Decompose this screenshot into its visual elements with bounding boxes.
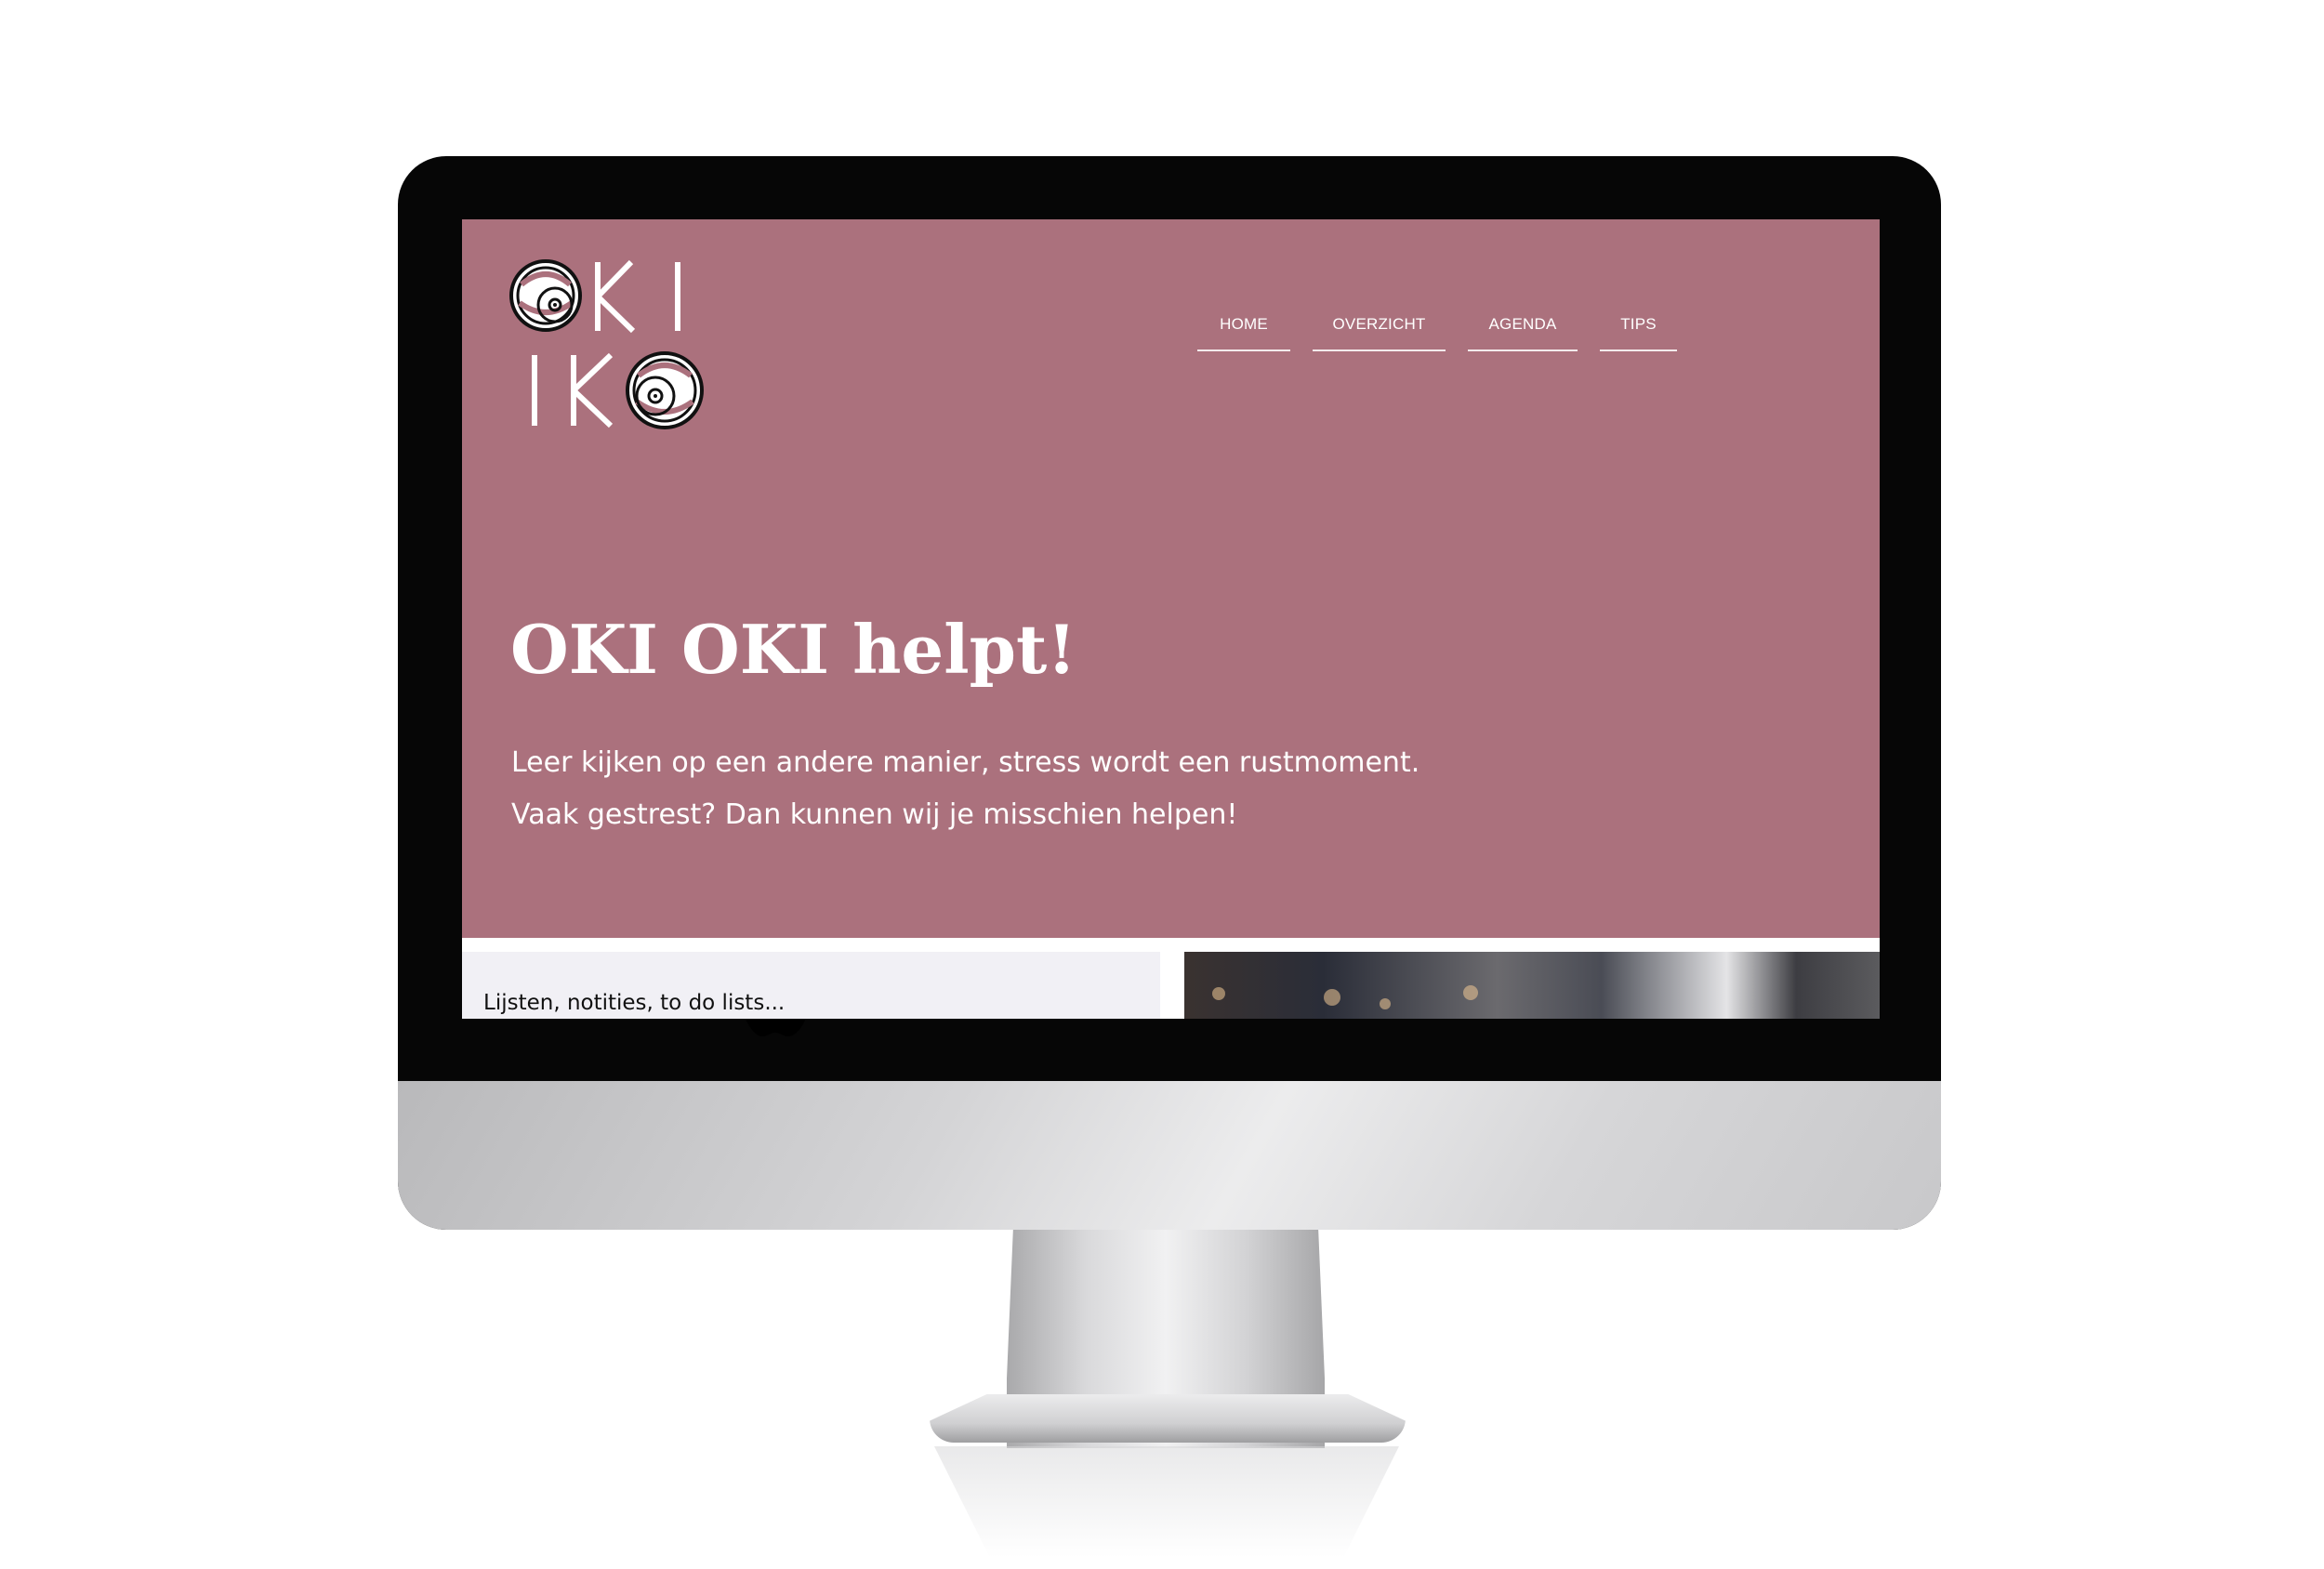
logo-o-icon (509, 259, 582, 332)
website-screen: HOME OVERZICHT AGENDA TIPS OKI OKI helpt… (462, 219, 1880, 1019)
nav-item-agenda[interactable]: AGENDA (1468, 299, 1578, 351)
content-photo (1184, 952, 1880, 1019)
hero-title: OKI OKI helpt! (510, 610, 1076, 689)
imac-stand-foot (930, 1394, 1406, 1443)
hero-line-1: Leer kijken op een andere manier, stress… (511, 746, 1420, 779)
main-nav: HOME OVERZICHT AGENDA TIPS (1197, 299, 1677, 351)
nav-item-home[interactable]: HOME (1197, 299, 1290, 351)
nav-item-overzicht[interactable]: OVERZICHT (1313, 299, 1446, 351)
hero-text: Leer kijken op een andere manier, stress… (511, 737, 1419, 841)
stand-reflection (934, 1446, 1399, 1558)
logo-ik-bottom (532, 352, 614, 429)
oki-oki-logo[interactable] (508, 257, 708, 433)
logo-ki-top (595, 259, 680, 334)
hero-section: HOME OVERZICHT AGENDA TIPS OKI OKI helpt… (462, 219, 1880, 938)
content-card-text: Lijsten, notities, to do lists... (483, 991, 786, 1015)
nav-item-tips[interactable]: TIPS (1600, 299, 1677, 351)
imac-chin (398, 1081, 1941, 1230)
hero-line-2: Vaak gestrest? Dan kunnen wij je misschi… (511, 798, 1238, 831)
logo-o-bottom-icon (626, 351, 704, 429)
